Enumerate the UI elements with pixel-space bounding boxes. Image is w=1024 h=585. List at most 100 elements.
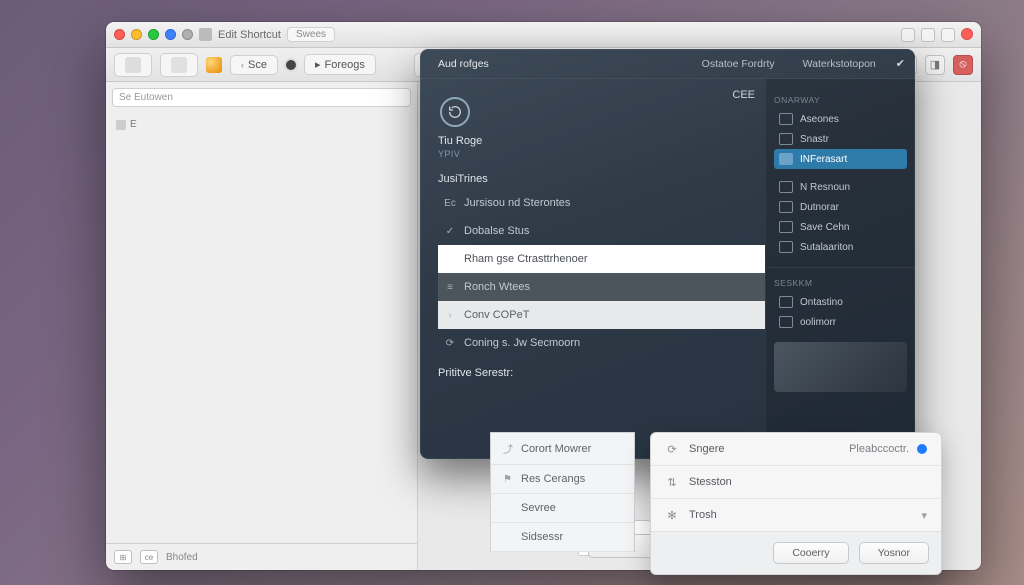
panel-icon-title: Tiu Roge [438, 135, 765, 147]
sidebar-mini-1[interactable]: ⊞ [114, 550, 132, 564]
row-prefix-icon: ≡ [444, 282, 456, 293]
sidebar-mini-2[interactable]: ce [140, 550, 158, 564]
tool-doc-button[interactable] [160, 53, 198, 77]
submenu-label: Corort Mowrer [521, 443, 591, 455]
pr-item-icon [779, 221, 793, 233]
pr-item-label: Save Cehn [800, 222, 849, 233]
card-footer: Cooerry Yosnor [651, 531, 941, 574]
pr-item-icon [779, 201, 793, 213]
card-ok-button[interactable]: Yosnor [859, 542, 929, 564]
search-placeholder: Se Eutowen [119, 92, 173, 103]
title-square-1[interactable] [901, 28, 915, 42]
card-row-icon: ⇅ [665, 475, 679, 489]
close-dot[interactable] [114, 29, 125, 40]
title-square-3[interactable] [941, 28, 955, 42]
title-close-icon[interactable] [961, 28, 973, 40]
submenu-item[interactable]: Sidsessr [491, 523, 634, 552]
row-prefix-icon: ✓ [444, 226, 456, 237]
tree-row[interactable]: E [114, 117, 409, 132]
sidebar-search[interactable]: Se Eutowen [112, 88, 411, 107]
sidebar-bottom: ⊞ ce Bhofed [106, 543, 417, 570]
title-right-buttons [901, 28, 973, 42]
panel-list-row[interactable]: ✓ Dobalse Stus [438, 217, 765, 245]
card-row-label: Trosh [689, 509, 717, 521]
card-row[interactable]: ✻Trosh▾ [651, 499, 941, 531]
pr-section3-title: SEskkm [774, 278, 907, 288]
panel-list-row[interactable]: ›Conv COPeT [438, 301, 765, 329]
row-label: Conv COPeT [464, 309, 529, 321]
settings-card: ⟳SngerePleabccoctr.⇅Stesston✻Trosh▾ Cooe… [650, 432, 942, 575]
preferences-panel: Aud rofges Ostatoe Fordrty Waterkstotopo… [420, 49, 915, 459]
row-prefix-icon: Ec [444, 198, 456, 209]
row-label: Dobalse Stus [464, 225, 529, 237]
pr-item-label: INFerasart [800, 154, 847, 165]
pr-item[interactable]: N Resnoun [774, 177, 907, 197]
pr-item-label: Aseones [800, 114, 839, 125]
panel-header: Aud rofges Ostatoe Fordrty Waterkstotopo… [420, 49, 915, 79]
sidebar-bottom-label: Bhofed [166, 552, 198, 563]
panel-left: CEE Orice Tiu Roge YPIV JusiTrines EcJur… [420, 79, 765, 459]
row-label: Ronch Wtees [464, 281, 530, 293]
title-pill[interactable]: Swees [287, 27, 335, 42]
pr-thumbnail [774, 342, 907, 392]
panel-list-row[interactable]: ≡ Ronch Wtees [438, 273, 765, 301]
panel-tab-2[interactable]: Waterkstotopon [795, 54, 884, 74]
chevron-left-icon: ‹ [241, 60, 244, 70]
back-button[interactable]: ‹ Sce [230, 55, 278, 75]
submenu-item[interactable]: ⤴Corort Mowrer [491, 433, 634, 465]
row-label: Jursisou nd Sterontes [464, 197, 570, 209]
panel-right-icon[interactable]: ◨ [925, 55, 945, 75]
panel-list-row[interactable]: Ec Jursisou nd Sterontes [438, 189, 765, 217]
panel-group2-header: Prititve Serestr: [438, 367, 765, 379]
back-label: Sce [248, 59, 267, 71]
pr-item[interactable]: oolimorr [774, 312, 907, 332]
pr-item[interactable]: Dutnorar [774, 197, 907, 217]
tree-item-label: E [130, 119, 137, 130]
pr-item-icon [779, 316, 793, 328]
panel-right-sidebar: Onarway Aseones Snastr INFerasart N Resnou… [765, 79, 915, 459]
panel-list-row[interactable]: Rham gse Ctrasttrhenoer [438, 245, 765, 273]
tree-item-icon [116, 120, 126, 130]
pr-item-icon [779, 181, 793, 193]
minimize-dot[interactable] [131, 29, 142, 40]
card-cancel-button[interactable]: Cooerry [773, 542, 848, 564]
tags-button[interactable]: ▸ Foreogs [304, 54, 376, 75]
play-icon[interactable] [206, 57, 222, 73]
title-square-2[interactable] [921, 28, 935, 42]
card-row-icon: ✻ [665, 508, 679, 522]
extra-dot-blue [165, 29, 176, 40]
submenu-item[interactable]: Sevree [491, 494, 634, 523]
pr-item[interactable]: Snastr [774, 129, 907, 149]
card-row-icon: ⟳ [665, 442, 679, 456]
pr-item[interactable]: Save Cehn [774, 217, 907, 237]
submenu-icon: ⚑ [503, 474, 513, 485]
light-submenu: ⤴Corort Mowrer ⚑ Res Cerangs Sevree Sidsessr [490, 432, 635, 552]
panel-group1-header: JusiTrines [438, 173, 765, 185]
pr-section1-title: Onarway [774, 95, 907, 105]
zoom-dot[interactable] [148, 29, 159, 40]
card-row[interactable]: ⟳SngerePleabccoctr. [651, 433, 941, 466]
tool-list-button[interactable] [114, 53, 152, 77]
panel-head-left[interactable]: Aud rofges [430, 54, 497, 74]
pr-item-label: Sutalaariton [800, 242, 853, 253]
stop-icon[interactable]: ⦸ [953, 55, 973, 75]
panel-icon-sub: YPIV [438, 149, 765, 159]
submenu-item[interactable]: ⚑ Res Cerangs [491, 465, 634, 494]
pr-item[interactable]: Sutalaariton [774, 237, 907, 257]
panel-list-row[interactable]: ⟳Coning s. Jw Secmoorn [438, 329, 765, 357]
card-row[interactable]: ⇅Stesston [651, 466, 941, 499]
submenu-label: Res Cerangs [521, 473, 585, 485]
pr-item[interactable]: Ontastino [774, 292, 907, 312]
checkmark-icon: ✔ [896, 57, 905, 70]
pr-item[interactable]: Aseones [774, 109, 907, 129]
submenu-label: Sidsessr [521, 531, 563, 543]
status-dot-icon [917, 444, 927, 454]
tags-label: Foreogs [325, 59, 365, 71]
row-label: Coning s. Jw Secmoorn [464, 337, 580, 349]
panel-tab-1[interactable]: Ostatoe Fordrty [694, 54, 783, 74]
record-dot-icon[interactable] [286, 60, 296, 70]
card-row-label: Sngere [689, 443, 724, 455]
pr-item[interactable]: INFerasart [774, 149, 907, 169]
left-sidebar: Se Eutowen E ⊞ ce Bhofed [106, 82, 418, 570]
panel-ok-button[interactable]: CEE [732, 89, 755, 101]
